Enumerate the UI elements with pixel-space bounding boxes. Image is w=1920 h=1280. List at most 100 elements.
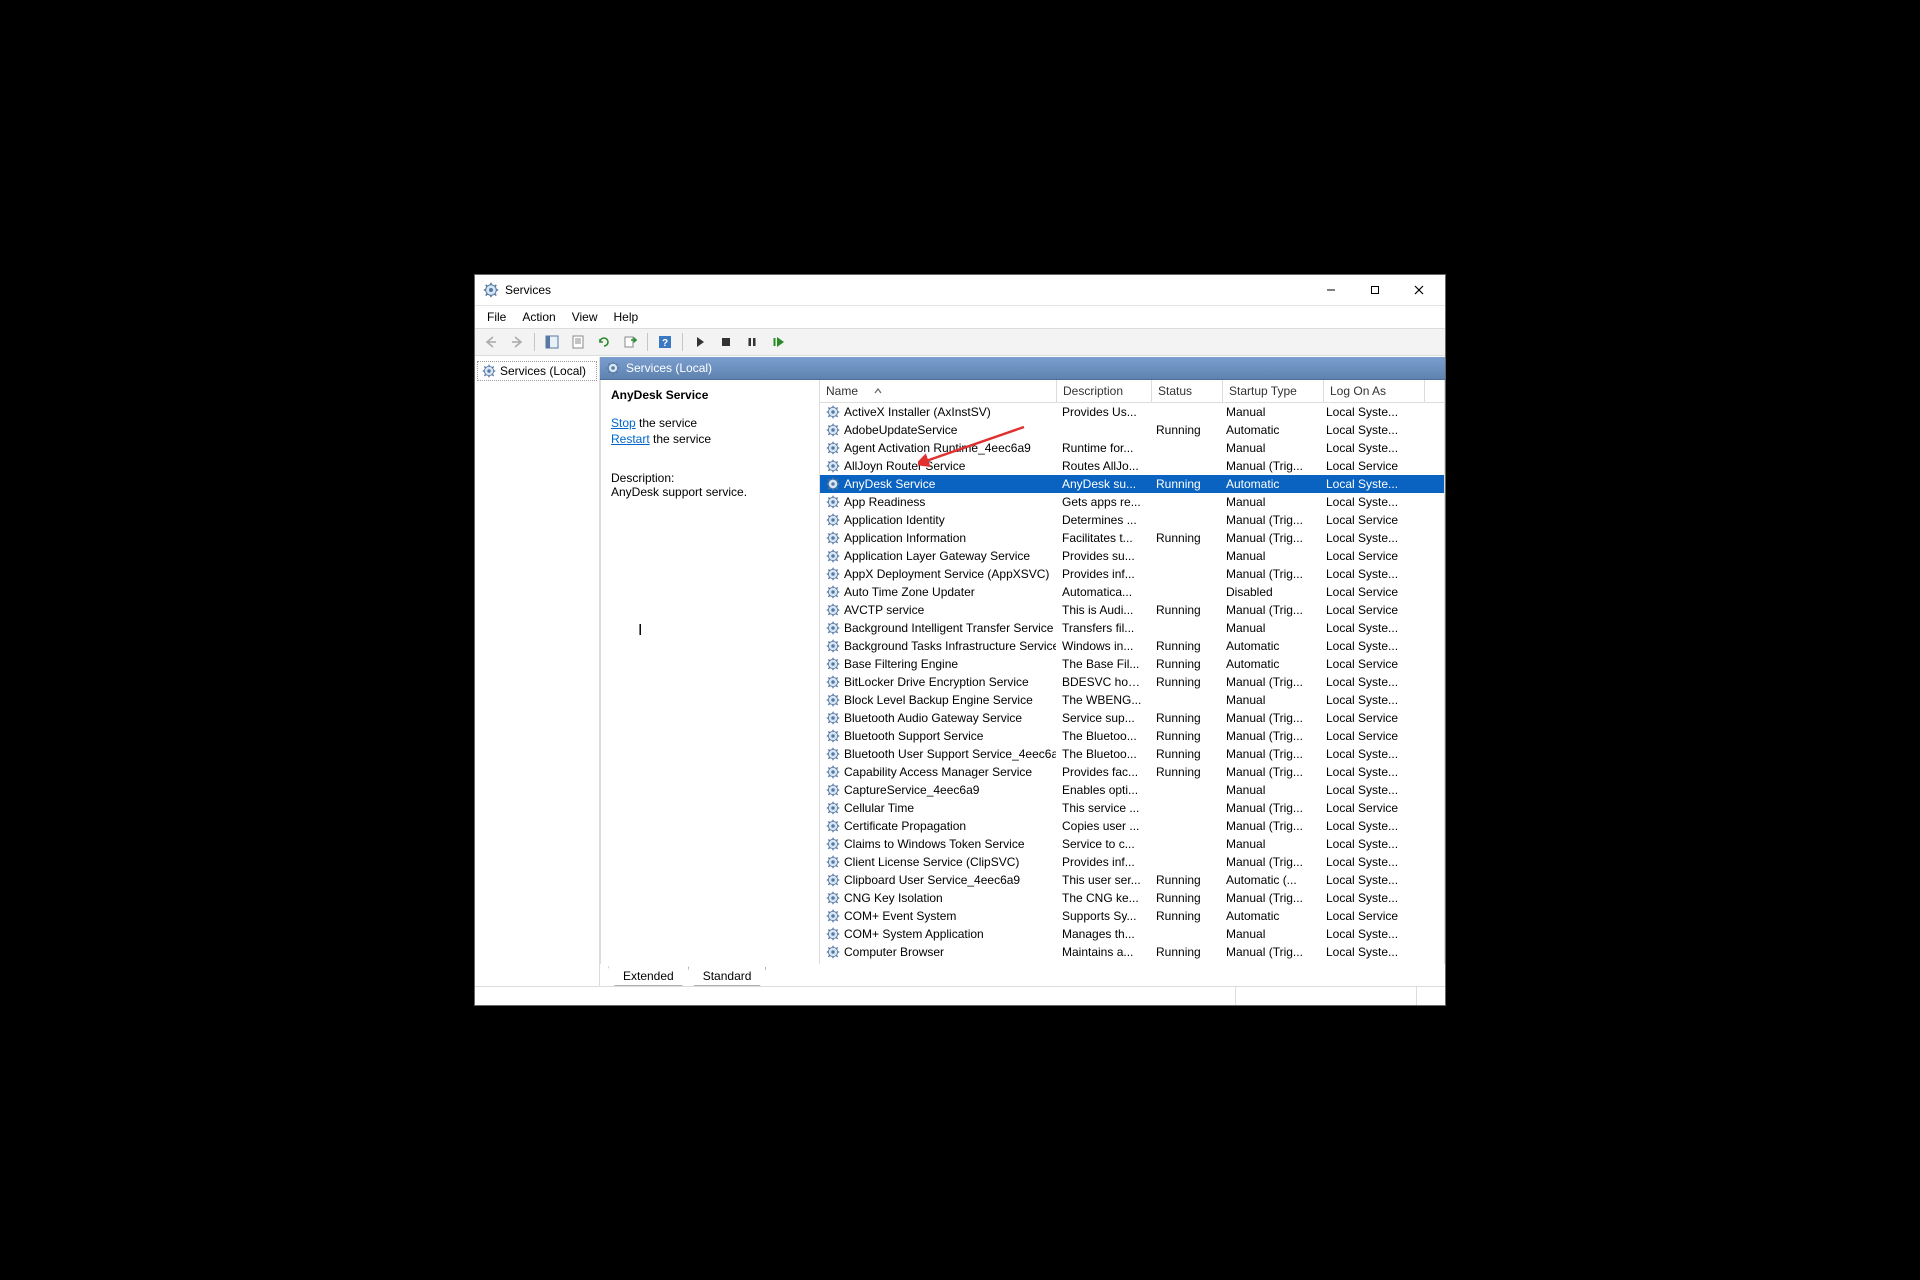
table-row[interactable]: Computer BrowserMaintains a...RunningMan…: [820, 943, 1444, 961]
table-row[interactable]: COM+ System ApplicationManages th...Manu…: [820, 925, 1444, 943]
table-row[interactable]: Base Filtering EngineThe Base Fil...Runn…: [820, 655, 1444, 673]
table-row[interactable]: Capability Access Manager ServiceProvide…: [820, 763, 1444, 781]
service-startup: Manual (Trig...: [1220, 603, 1320, 617]
table-row[interactable]: Block Level Backup Engine ServiceThe WBE…: [820, 691, 1444, 709]
table-row[interactable]: Claims to Windows Token ServiceService t…: [820, 835, 1444, 853]
table-row[interactable]: Background Tasks Infrastructure ServiceW…: [820, 637, 1444, 655]
service-startup: Manual (Trig...: [1220, 855, 1320, 869]
table-row[interactable]: ActiveX Installer (AxInstSV)Provides Us.…: [820, 403, 1444, 421]
service-description: Windows in...: [1056, 639, 1150, 653]
tab-extended[interactable]: Extended: [608, 966, 689, 986]
table-row[interactable]: Certificate PropagationCopies user ...Ma…: [820, 817, 1444, 835]
service-logon: Local Syste...: [1320, 855, 1420, 869]
col-startup[interactable]: Startup Type: [1223, 380, 1324, 402]
pause-service-button[interactable]: [740, 330, 764, 354]
menu-help[interactable]: Help: [606, 308, 647, 326]
service-description: The Base Fil...: [1056, 657, 1150, 671]
help-button[interactable]: ?: [653, 330, 677, 354]
back-button[interactable]: [479, 330, 503, 354]
table-row[interactable]: Background Intelligent Transfer ServiceT…: [820, 619, 1444, 637]
list-body[interactable]: ActiveX Installer (AxInstSV)Provides Us.…: [820, 403, 1444, 964]
table-row[interactable]: App ReadinessGets apps re...ManualLocal …: [820, 493, 1444, 511]
table-row[interactable]: Bluetooth Audio Gateway ServiceService s…: [820, 709, 1444, 727]
restart-service-button[interactable]: [766, 330, 790, 354]
service-description: Transfers fil...: [1056, 621, 1150, 635]
table-row[interactable]: CNG Key IsolationThe CNG ke...RunningMan…: [820, 889, 1444, 907]
service-status: Running: [1150, 675, 1220, 689]
service-logon: Local Syste...: [1320, 819, 1420, 833]
stop-service-button[interactable]: [714, 330, 738, 354]
service-description: This user ser...: [1056, 873, 1150, 887]
service-logon: Local Syste...: [1320, 765, 1420, 779]
menu-file[interactable]: File: [479, 308, 514, 326]
table-row[interactable]: Clipboard User Service_4eec6a9This user …: [820, 871, 1444, 889]
restart-text: the service: [650, 432, 711, 446]
service-name: COM+ Event System: [844, 909, 956, 923]
menu-action[interactable]: Action: [514, 308, 563, 326]
service-startup: Manual (Trig...: [1220, 765, 1320, 779]
service-startup: Manual (Trig...: [1220, 513, 1320, 527]
stop-link[interactable]: Stop: [611, 416, 636, 430]
table-row[interactable]: COM+ Event SystemSupports Sy...RunningAu…: [820, 907, 1444, 925]
detail-pane: AnyDesk Service Stop the service Restart…: [601, 380, 820, 964]
table-row[interactable]: Bluetooth User Support Service_4eec6a9Th…: [820, 745, 1444, 763]
service-name: App Readiness: [844, 495, 925, 509]
table-row[interactable]: Application InformationFacilitates t...R…: [820, 529, 1444, 547]
table-row[interactable]: Agent Activation Runtime_4eec6a9Runtime …: [820, 439, 1444, 457]
service-description: Provides su...: [1056, 549, 1150, 563]
service-description: The Bluetoo...: [1056, 747, 1150, 761]
service-startup: Manual: [1220, 783, 1320, 797]
properties-button[interactable]: [566, 330, 590, 354]
table-row[interactable]: Application Layer Gateway ServiceProvide…: [820, 547, 1444, 565]
show-hide-tree-button[interactable]: [540, 330, 564, 354]
service-logon: Local Syste...: [1320, 927, 1420, 941]
col-description[interactable]: Description: [1057, 380, 1152, 402]
close-button[interactable]: [1397, 276, 1441, 304]
minimize-button[interactable]: [1309, 276, 1353, 304]
export-button[interactable]: [618, 330, 642, 354]
nav-root-item[interactable]: Services (Local): [477, 361, 597, 381]
service-description: The CNG ke...: [1056, 891, 1150, 905]
service-logon: Local Syste...: [1320, 639, 1420, 653]
table-row[interactable]: AppX Deployment Service (AppXSVC)Provide…: [820, 565, 1444, 583]
service-name: AllJoyn Router Service: [844, 459, 965, 473]
gear-icon: [826, 621, 840, 635]
table-row[interactable]: Bluetooth Support ServiceThe Bluetoo...R…: [820, 727, 1444, 745]
col-status[interactable]: Status: [1152, 380, 1223, 402]
table-row[interactable]: AdobeUpdateServiceRunningAutomaticLocal …: [820, 421, 1444, 439]
col-logon[interactable]: Log On As: [1324, 380, 1425, 402]
table-row[interactable]: AnyDesk ServiceAnyDesk su...RunningAutom…: [820, 475, 1444, 493]
table-row[interactable]: Auto Time Zone UpdaterAutomatica...Disab…: [820, 583, 1444, 601]
start-service-button[interactable]: [688, 330, 712, 354]
table-row[interactable]: Cellular TimeThis service ...Manual (Tri…: [820, 799, 1444, 817]
restart-link[interactable]: Restart: [611, 432, 650, 446]
table-row[interactable]: AVCTP serviceThis is Audi...RunningManua…: [820, 601, 1444, 619]
menu-view[interactable]: View: [564, 308, 606, 326]
service-description: Service to c...: [1056, 837, 1150, 851]
pane-header-title: Services (Local): [626, 361, 712, 375]
nav-pane: Services (Local): [475, 357, 600, 986]
service-name: AdobeUpdateService: [844, 423, 957, 437]
refresh-button[interactable]: [592, 330, 616, 354]
service-logon: Local Service: [1320, 801, 1420, 815]
service-name: Bluetooth User Support Service_4eec6a9: [844, 747, 1056, 761]
table-row[interactable]: Client License Service (ClipSVC)Provides…: [820, 853, 1444, 871]
forward-button[interactable]: [505, 330, 529, 354]
col-name[interactable]: Name: [820, 380, 1057, 402]
tab-standard[interactable]: Standard: [688, 967, 767, 986]
maximize-button[interactable]: [1353, 276, 1397, 304]
service-logon: Local Syste...: [1320, 477, 1420, 491]
gear-icon: [826, 873, 840, 887]
table-row[interactable]: Application IdentityDetermines ...Manual…: [820, 511, 1444, 529]
table-row[interactable]: AllJoyn Router ServiceRoutes AllJo...Man…: [820, 457, 1444, 475]
table-row[interactable]: CaptureService_4eec6a9Enables opti...Man…: [820, 781, 1444, 799]
gear-icon: [826, 729, 840, 743]
table-row[interactable]: BitLocker Drive Encryption ServiceBDESVC…: [820, 673, 1444, 691]
service-status: Running: [1150, 945, 1220, 959]
service-logon: Local Syste...: [1320, 621, 1420, 635]
service-name: COM+ System Application: [844, 927, 984, 941]
service-name: CaptureService_4eec6a9: [844, 783, 979, 797]
menubar: File Action View Help: [475, 306, 1445, 329]
service-description: Determines ...: [1056, 513, 1150, 527]
selected-service-name: AnyDesk Service: [611, 388, 809, 402]
